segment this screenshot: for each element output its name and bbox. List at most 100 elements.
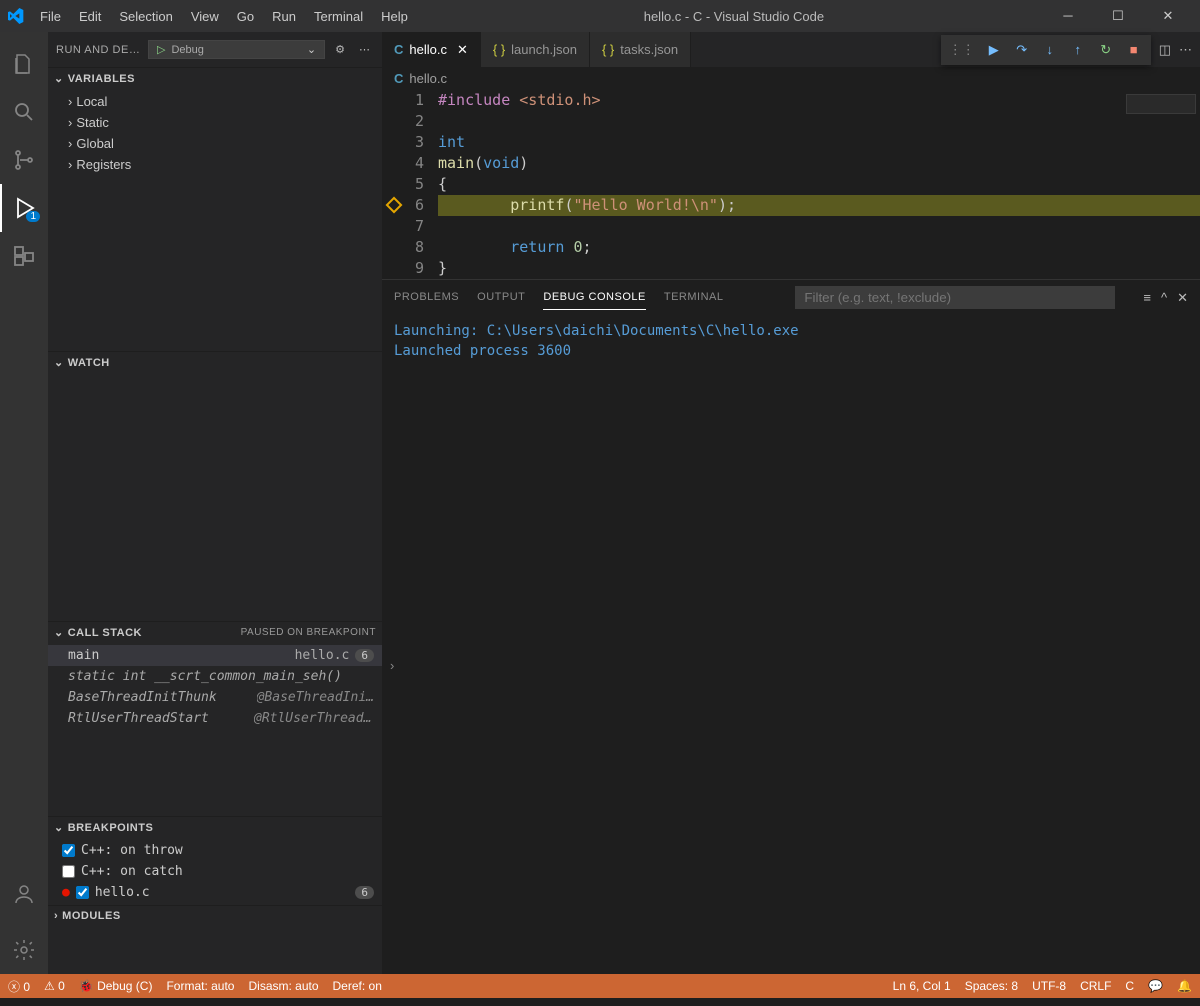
restart-icon[interactable]: ↻	[1097, 41, 1115, 59]
status-errors[interactable]: ⓧ 0	[8, 978, 30, 995]
close-icon[interactable]: ✕	[1152, 8, 1184, 24]
watch-section: ⌄WATCH	[48, 351, 382, 621]
search-icon[interactable]	[0, 88, 48, 136]
menu-run[interactable]: Run	[264, 5, 304, 28]
status-warnings[interactable]: ⚠ 0	[44, 979, 65, 993]
watch-title: WATCH	[68, 357, 110, 369]
var-scope-global[interactable]: › Global	[48, 133, 382, 154]
breakpoints-header[interactable]: ⌄BREAKPOINTS	[48, 817, 382, 838]
callstack-header[interactable]: ⌄ CALL STACK PAUSED ON BREAKPOINT	[48, 622, 382, 643]
modules-header[interactable]: ›MODULES	[48, 906, 382, 926]
step-over-icon[interactable]: ↷	[1013, 41, 1031, 59]
status-format[interactable]: Format: auto	[166, 979, 234, 993]
sidebar-header: RUN AND DEB… ▷ Debug ⌄ ⚙ ⋯	[48, 32, 382, 67]
tab-tasks-json[interactable]: { }tasks.json	[590, 32, 691, 67]
panel-tab-terminal[interactable]: TERMINAL	[664, 285, 724, 310]
code-editor[interactable]: 123456789 #include <stdio.h> intmain(voi…	[382, 90, 1200, 279]
run-debug-icon[interactable]: 1	[0, 184, 48, 232]
status-disasm[interactable]: Disasm: auto	[248, 979, 318, 993]
step-out-icon[interactable]: ↑	[1069, 41, 1087, 59]
chevron-down-icon: ⌄	[54, 72, 64, 85]
more-icon[interactable]: ⋯	[1179, 42, 1192, 58]
sidebar-title: RUN AND DEB…	[56, 44, 142, 56]
extensions-icon[interactable]	[0, 232, 48, 280]
step-into-icon[interactable]: ↓	[1041, 41, 1059, 59]
callstack-frame[interactable]: BaseThreadInitThunk@BaseThreadIni…	[48, 687, 382, 708]
bottom-panel: PROBLEMSOUTPUTDEBUG CONSOLETERMINAL ≡ ^ …	[382, 279, 1200, 677]
menu-file[interactable]: File	[32, 5, 69, 28]
gear-icon[interactable]: ⚙	[331, 43, 349, 56]
var-scope-registers[interactable]: › Registers	[48, 154, 382, 175]
minimize-icon[interactable]: ─	[1052, 8, 1084, 24]
menu-edit[interactable]: Edit	[71, 5, 109, 28]
breadcrumb-file[interactable]: hello.c	[409, 71, 447, 86]
menu-help[interactable]: Help	[373, 5, 416, 28]
callstack-frame[interactable]: static int __scrt_common_main_seh()	[48, 666, 382, 687]
chevron-down-icon[interactable]: ⌄	[307, 43, 316, 56]
close-tab-icon[interactable]: ✕	[457, 42, 468, 58]
minimap[interactable]	[1126, 94, 1196, 114]
breakpoint-checkbox[interactable]	[76, 886, 89, 899]
panel-tab-debug-console[interactable]: DEBUG CONSOLE	[543, 285, 645, 310]
breadcrumbs[interactable]: C hello.c	[382, 67, 1200, 90]
status-position[interactable]: Ln 6, Col 1	[893, 979, 951, 993]
split-editor-icon[interactable]: ◫	[1159, 42, 1171, 58]
callstack-frame[interactable]: mainhello.c6	[48, 645, 382, 666]
status-bar: ⓧ 0 ⚠ 0 🐞 Debug (C) Format: auto Disasm:…	[0, 974, 1200, 998]
play-icon[interactable]: ▷	[157, 43, 165, 56]
accounts-icon[interactable]	[0, 870, 48, 918]
close-icon[interactable]: ✕	[1177, 290, 1188, 306]
variables-header[interactable]: ⌄ VARIABLES	[48, 68, 382, 89]
activity-bar: 1	[0, 32, 48, 974]
sidebar: RUN AND DEB… ▷ Debug ⌄ ⚙ ⋯ ⌄ VARIABLES › …	[48, 32, 382, 974]
breakpoint-row[interactable]: C++: on throw	[48, 840, 382, 861]
clear-icon[interactable]: ≡	[1143, 290, 1151, 306]
settings-gear-icon[interactable]	[0, 926, 48, 974]
menu-view[interactable]: View	[183, 5, 227, 28]
source-control-icon[interactable]	[0, 136, 48, 184]
chevron-down-icon: ⌄	[54, 626, 64, 639]
debug-toolbar[interactable]: ⋮⋮ ▶ ↷ ↓ ↑ ↻ ■	[941, 35, 1151, 65]
breakpoint-row[interactable]: C++: on catch	[48, 861, 382, 882]
callstack-frame[interactable]: RtlUserThreadStart@RtlUserThreadS…	[48, 708, 382, 729]
debug-config-select[interactable]: ▷ Debug ⌄	[148, 40, 325, 59]
status-encoding[interactable]: UTF-8	[1032, 979, 1066, 993]
variables-section: ⌄ VARIABLES › Local› Static› Global› Regi…	[48, 67, 382, 351]
variables-title: VARIABLES	[68, 73, 135, 85]
explorer-icon[interactable]	[0, 40, 48, 88]
status-spaces[interactable]: Spaces: 8	[965, 979, 1018, 993]
menu-go[interactable]: Go	[229, 5, 262, 28]
bell-icon[interactable]: 🔔	[1177, 979, 1192, 993]
callstack-status: PAUSED ON BREAKPOINT	[241, 627, 376, 638]
repl-prompt[interactable]: ›	[382, 654, 1200, 677]
breakpoints-title: BREAKPOINTS	[68, 822, 154, 834]
status-eol[interactable]: CRLF	[1080, 979, 1111, 993]
modules-title: MODULES	[62, 910, 121, 922]
titlebar: FileEditSelectionViewGoRunTerminalHelp h…	[0, 0, 1200, 32]
breakpoint-checkbox[interactable]	[62, 844, 75, 857]
status-debug[interactable]: 🐞 Debug (C)	[79, 979, 153, 993]
breakpoint-row[interactable]: ●hello.c6	[48, 882, 382, 903]
tab-launch-json[interactable]: { }launch.json	[481, 32, 590, 67]
tab-hello-c[interactable]: Chello.c✕	[382, 32, 481, 67]
watch-header[interactable]: ⌄WATCH	[48, 352, 382, 373]
menubar: FileEditSelectionViewGoRunTerminalHelp	[32, 5, 416, 28]
var-scope-static[interactable]: › Static	[48, 112, 382, 133]
feedback-icon[interactable]: 💬	[1148, 979, 1163, 993]
panel-tab-output[interactable]: OUTPUT	[477, 285, 525, 310]
var-scope-local[interactable]: › Local	[48, 91, 382, 112]
status-lang[interactable]: C	[1125, 979, 1134, 993]
breakpoint-checkbox[interactable]	[62, 865, 75, 878]
breakpoints-section: ⌄BREAKPOINTS C++: on throwC++: on catch●…	[48, 816, 382, 905]
drag-handle-icon[interactable]: ⋮⋮	[949, 42, 975, 58]
more-icon[interactable]: ⋯	[355, 43, 374, 56]
filter-input[interactable]	[795, 286, 1115, 309]
stop-icon[interactable]: ■	[1125, 41, 1143, 59]
status-deref[interactable]: Deref: on	[333, 979, 382, 993]
chevron-up-icon[interactable]: ^	[1161, 290, 1167, 306]
menu-selection[interactable]: Selection	[111, 5, 180, 28]
maximize-icon[interactable]: ☐	[1102, 8, 1134, 24]
panel-tab-problems[interactable]: PROBLEMS	[394, 285, 459, 310]
continue-icon[interactable]: ▶	[985, 41, 1003, 59]
menu-terminal[interactable]: Terminal	[306, 5, 371, 28]
